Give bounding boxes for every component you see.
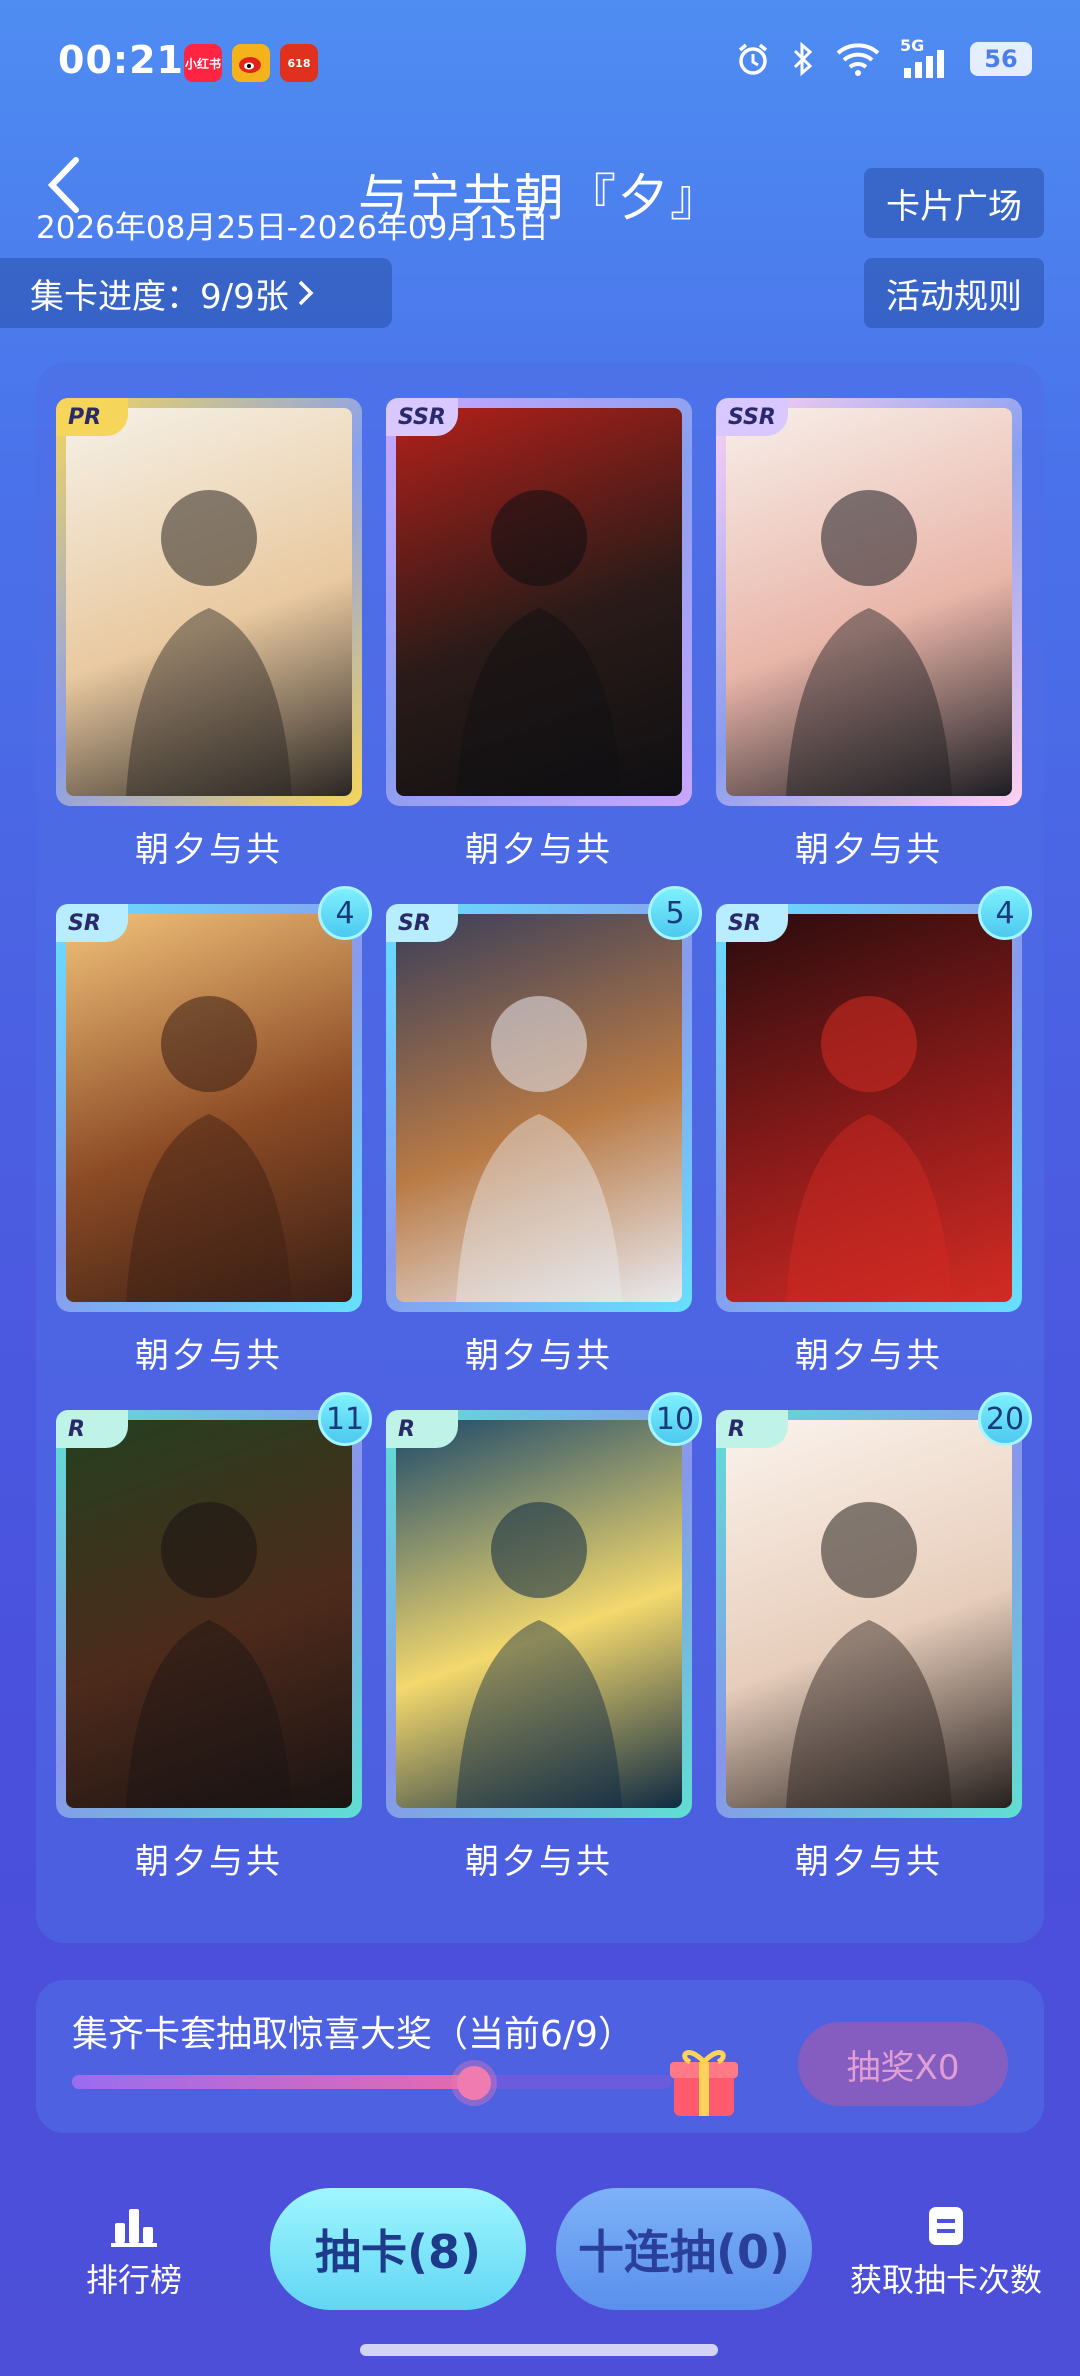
battery-icon: 56 [970, 42, 1032, 76]
collection-progress-label: 集卡进度：9/9张 [30, 276, 289, 317]
rarity-badge: R [56, 1410, 128, 1448]
weibo-icon [232, 44, 270, 82]
card-name: 朝夕与共 [795, 1842, 943, 1882]
card-artwork [726, 1420, 1012, 1808]
draw-card-button[interactable]: 抽卡(8) [270, 2188, 526, 2310]
rarity-badge: SSR [716, 398, 788, 436]
event-icon: 618 [280, 44, 318, 82]
date-range: 2026年08月25日-2026年09月15日 [36, 210, 549, 246]
card-artwork [66, 408, 352, 796]
collection-card[interactable]: R [716, 1410, 1022, 1818]
card-count-badge: 20 [978, 1392, 1032, 1446]
card-artwork [396, 1420, 682, 1808]
activity-rules-button[interactable]: 活动规则 [864, 258, 1044, 328]
rarity-badge: R [386, 1410, 458, 1448]
card-artwork [66, 914, 352, 1302]
lottery-progress-knob [457, 2066, 491, 2100]
status-time: 00:21 [58, 38, 184, 82]
get-draws-label: 获取抽卡次数 [849, 2261, 1042, 2299]
lottery-progress-fill [72, 2075, 474, 2089]
chevron-right-icon [298, 280, 314, 306]
rarity-badge: SR [716, 904, 788, 942]
ranking-label: 排行榜 [85, 2261, 182, 2299]
card-square-label: 卡片广场 [886, 186, 1022, 227]
lottery-text: 集齐卡套抽取惊喜大奖（当前6/9） [72, 2014, 634, 2055]
xiaohongshu-label: 小红书 [184, 56, 221, 71]
card-artwork [726, 408, 1012, 796]
card-name: 朝夕与共 [465, 1842, 613, 1882]
xiaohongshu-icon: 小红书 [184, 44, 222, 82]
get-draws-nav[interactable]: 获取抽卡次数 [838, 2205, 1054, 2301]
lottery-draw-button[interactable]: 抽奖X0 [798, 2022, 1008, 2106]
card-artwork [66, 1420, 352, 1808]
rarity-badge: PR [56, 398, 128, 436]
collection-card[interactable]: SR [716, 904, 1022, 1312]
collection-progress-button[interactable]: 集卡进度：9/9张 [0, 258, 392, 328]
gift-icon [670, 2050, 738, 2116]
rarity-badge: SR [56, 904, 128, 942]
draw-card-label: 抽卡(8) [314, 2225, 482, 2279]
collection-card[interactable]: PR [56, 398, 362, 806]
card-name: 朝夕与共 [135, 1336, 283, 1376]
card-count-badge: 5 [648, 886, 702, 940]
card-square-button[interactable]: 卡片广场 [864, 168, 1044, 238]
collection-card[interactable]: R [56, 1410, 362, 1818]
card-name: 朝夕与共 [135, 830, 283, 870]
card-name: 朝夕与共 [135, 1842, 283, 1882]
document-icon [929, 2207, 963, 2245]
card-artwork [396, 914, 682, 1302]
ranking-icon [111, 2209, 157, 2247]
ten-draw-button[interactable]: 十连抽(0) [556, 2188, 812, 2310]
wifi-icon [836, 43, 880, 76]
home-indicator[interactable] [360, 2344, 718, 2356]
card-artwork [726, 914, 1012, 1302]
card-name: 朝夕与共 [795, 1336, 943, 1376]
lottery-draw-label: 抽奖X0 [846, 2047, 960, 2088]
card-name: 朝夕与共 [465, 1336, 613, 1376]
rarity-badge: SR [386, 904, 458, 942]
bluetooth-icon [793, 41, 813, 77]
signal-icon: 5G [900, 36, 952, 78]
collection-card[interactable]: SR [56, 904, 362, 1312]
card-count-badge: 4 [318, 886, 372, 940]
collection-card[interactable]: R [386, 1410, 692, 1818]
battery-level: 56 [984, 45, 1018, 73]
ten-draw-label: 十连抽(0) [577, 2225, 791, 2279]
alarm-icon [738, 43, 768, 75]
ranking-nav[interactable]: 排行榜 [44, 2205, 224, 2301]
collection-card[interactable]: SSR [386, 398, 692, 806]
card-artwork [396, 408, 682, 796]
status-icons: 5G 56 [734, 36, 1032, 78]
card-count-badge: 4 [978, 886, 1032, 940]
event-label: 618 [287, 56, 311, 70]
card-name: 朝夕与共 [795, 830, 943, 870]
card-count-badge: 11 [318, 1392, 372, 1446]
card-name: 朝夕与共 [465, 830, 613, 870]
rarity-badge: R [716, 1410, 788, 1448]
activity-rules-label: 活动规则 [886, 276, 1022, 317]
collection-card[interactable]: SR [386, 904, 692, 1312]
rarity-badge: SSR [386, 398, 458, 436]
collection-card[interactable]: SSR [716, 398, 1022, 806]
card-count-badge: 10 [648, 1392, 702, 1446]
